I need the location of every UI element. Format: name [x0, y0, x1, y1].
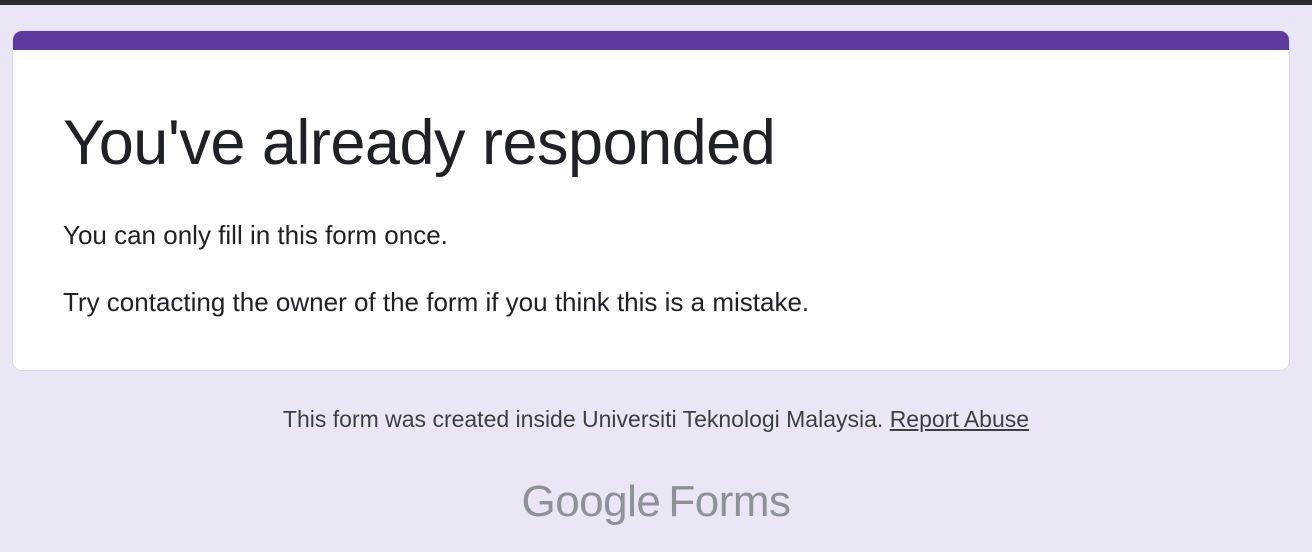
card-message-once: You can only fill in this form once.	[63, 220, 448, 250]
google-wordmark: Google	[521, 477, 661, 526]
card-message-contact-owner: Try contacting the owner of the form if …	[63, 287, 810, 317]
footer-notice: This form was created inside Universiti …	[0, 403, 1312, 435]
card-accent-bar	[13, 31, 1289, 50]
google-forms-logo[interactable]: Google Forms	[0, 474, 1312, 530]
response-card: You've already responded You can only fi…	[12, 30, 1290, 371]
card-title: You've already responded	[63, 108, 776, 178]
forms-wordmark: Forms	[668, 477, 791, 526]
footer-notice-text: This form was created inside Universiti …	[282, 406, 890, 432]
browser-top-strip	[0, 0, 1312, 5]
report-abuse-link[interactable]: Report Abuse	[890, 406, 1029, 432]
